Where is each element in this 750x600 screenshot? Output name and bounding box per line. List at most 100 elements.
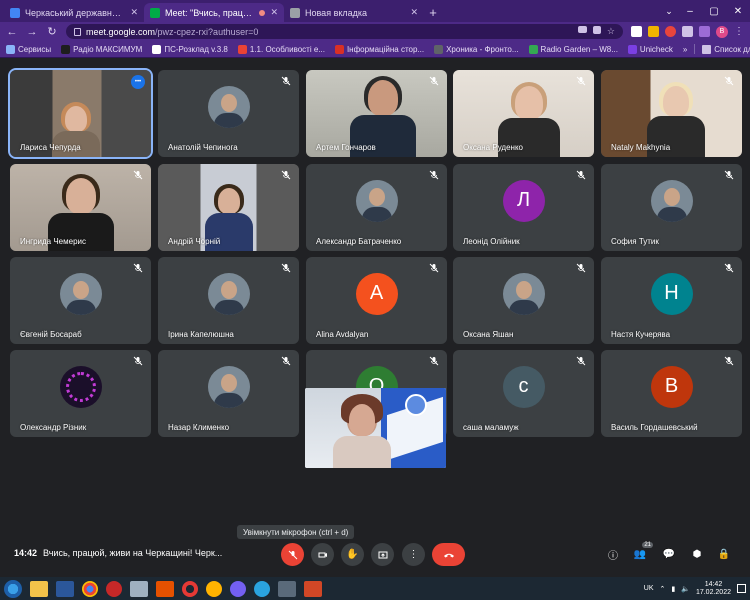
bookmark-item[interactable]: Radio Garden – W8... <box>528 44 618 54</box>
bookmark-item[interactable]: 1.1. Особливості е... <box>237 44 325 54</box>
leave-call-button[interactable] <box>432 543 465 566</box>
participant-tile[interactable]: Nataly Makhynia <box>601 70 742 157</box>
bookmarks-bar: Сервисы Радіо МАКСИМУМ ПС-Розклад v.3.8 1.1… <box>0 41 750 58</box>
extension-icon[interactable] <box>665 26 676 37</box>
mic-muted-icon <box>724 356 734 366</box>
app-icon[interactable] <box>278 580 296 597</box>
tab-close-icon[interactable]: ✕ <box>410 7 418 18</box>
minimize-icon[interactable]: – <box>678 0 702 22</box>
participant-tile[interactable]: Н Настя Кучерява <box>601 257 742 344</box>
back-arrow-icon[interactable]: ← <box>6 26 18 38</box>
tab-close-icon[interactable]: ✕ <box>130 7 138 18</box>
browser-tab[interactable]: Новая вкладка ✕ <box>284 3 424 22</box>
start-button[interactable] <box>4 579 22 598</box>
powerpoint-icon[interactable] <box>304 580 322 597</box>
participant-tile[interactable]: A Alina Avdalyan <box>306 257 447 344</box>
more-options-icon[interactable]: ••• <box>131 75 145 89</box>
mic-muted-icon <box>576 76 586 86</box>
activities-button[interactable]: ⬢ <box>689 546 705 562</box>
mic-toggle-button[interactable] <box>281 543 304 566</box>
clock[interactable]: 14:42 17.02.2022 <box>696 581 731 597</box>
address-bar[interactable]: meet.google.com/pwz-cpez-rxi?authuser=0 … <box>66 24 623 39</box>
tab-label: Новая вкладка <box>305 7 368 18</box>
participant-tile[interactable]: Артем Гончаров <box>306 70 447 157</box>
extension-icon[interactable] <box>699 26 710 37</box>
participant-tile[interactable]: Євгеній Босараб <box>10 257 151 344</box>
puzzle-icon[interactable] <box>682 26 693 37</box>
file-explorer-icon[interactable] <box>30 580 48 597</box>
participant-avatar: В <box>650 365 693 408</box>
close-window-icon[interactable]: ✕ <box>726 0 750 22</box>
present-button[interactable] <box>371 543 394 566</box>
network-icon[interactable]: ▮ <box>671 585 675 593</box>
participant-tile[interactable]: Л Леонід Олійник <box>453 164 594 251</box>
language-indicator[interactable]: UK <box>644 585 654 592</box>
more-vert-icon: ⋮ <box>408 549 419 560</box>
bookmark-item[interactable]: Інформаційна стор... <box>334 44 424 54</box>
menu-dots-icon[interactable]: ⋮ <box>734 26 744 37</box>
participant-tile[interactable]: Андрій Чорній <box>158 164 299 251</box>
people-button[interactable]: 👥 21 <box>632 542 653 562</box>
participant-name: Анатолій Чепинога <box>168 143 238 152</box>
bookmark-favicon-icon <box>237 44 247 54</box>
opera-icon[interactable] <box>182 580 198 597</box>
participant-tile[interactable]: Назар Клименко <box>158 350 299 437</box>
participant-tile[interactable]: Анатолій Чепинога <box>158 70 299 157</box>
participant-tile[interactable]: Оксана Яшан <box>453 257 594 344</box>
browser-tab[interactable]: Черкаський державний техноло ✕ <box>4 3 144 22</box>
more-options-button[interactable]: ⋮ <box>402 543 425 566</box>
tab-close-icon[interactable]: ✕ <box>270 7 278 18</box>
reload-icon[interactable]: ↻ <box>46 25 58 38</box>
volume-icon[interactable]: 🔈 <box>681 585 690 593</box>
bookmark-favicon-icon <box>434 44 444 54</box>
new-tab-button[interactable]: + <box>424 3 442 21</box>
bookmark-label: Сервисы <box>18 44 52 54</box>
extension-icon[interactable] <box>648 26 659 37</box>
bookmark-label: 1.1. Особливості е... <box>249 44 325 54</box>
meeting-details-button[interactable]: ⓘ <box>605 546 621 562</box>
mic-muted-icon <box>576 170 586 180</box>
camera-toggle-button[interactable] <box>311 543 334 566</box>
tray-chevron-icon[interactable]: ⌃ <box>660 585 666 593</box>
bookmark-item[interactable]: ПС-Розклад v.3.8 <box>152 44 228 54</box>
chat-button[interactable]: 💬 <box>661 546 677 562</box>
raise-hand-button[interactable]: ✋ <box>341 543 364 566</box>
media-player-icon[interactable] <box>156 580 174 597</box>
ccleaner-icon[interactable] <box>106 580 122 597</box>
participant-avatar <box>650 179 693 222</box>
extension-icon[interactable] <box>631 26 642 37</box>
bookmarks-more-icon[interactable]: » <box>683 45 687 54</box>
participant-tile[interactable]: ••• Лариса Чепурда <box>8 68 153 159</box>
meeting-title: Вчись, працюй, живи на Черкащині! Черк..… <box>43 548 223 558</box>
presenter-video[interactable] <box>305 388 446 468</box>
participant-tile[interactable]: Александр Батраченко <box>306 164 447 251</box>
forward-arrow-icon[interactable]: → <box>26 26 38 38</box>
calculator-icon[interactable] <box>130 580 148 597</box>
viber-icon[interactable] <box>230 580 246 597</box>
participant-tile[interactable]: с саша маламуж <box>453 350 594 437</box>
reading-list[interactable]: » Список для чтения <box>683 44 750 54</box>
host-controls-button[interactable]: 🔒 <box>716 546 732 562</box>
chrome-icon[interactable] <box>82 580 98 597</box>
participant-tile[interactable]: София Тутик <box>601 164 742 251</box>
tab-search-icon[interactable]: ⌄ <box>660 0 678 22</box>
telegram-icon[interactable] <box>254 580 270 597</box>
notifications-icon[interactable] <box>737 584 746 593</box>
participant-tile[interactable]: Ингрида Чемерис <box>10 164 151 251</box>
participant-tile[interactable]: В Василь Гордашевський <box>601 350 742 437</box>
participant-tile[interactable]: Олександр Різник <box>10 350 151 437</box>
camera-permission-icon[interactable] <box>577 26 587 33</box>
star-icon[interactable]: ☆ <box>607 26 615 37</box>
maximize-icon[interactable]: ▢ <box>702 0 726 22</box>
word-icon[interactable] <box>56 580 74 597</box>
bookmark-item[interactable]: Радіо МАКСИМУМ <box>61 44 142 54</box>
audio-app-icon[interactable] <box>206 580 222 597</box>
bookmark-item[interactable]: Unicheck <box>627 44 673 54</box>
participant-tile[interactable]: Оксана Руденко <box>453 70 594 157</box>
share-icon[interactable] <box>592 26 601 34</box>
bookmark-item[interactable]: Сервисы <box>6 44 52 54</box>
profile-avatar[interactable]: B <box>716 25 728 38</box>
browser-tab[interactable]: Meet: "Вчись, працюй, живи ✕ <box>144 3 284 22</box>
participant-tile[interactable]: Ірина Капелюшна <box>158 257 299 344</box>
bookmark-item[interactable]: Хроника - Фронто... <box>434 44 519 54</box>
